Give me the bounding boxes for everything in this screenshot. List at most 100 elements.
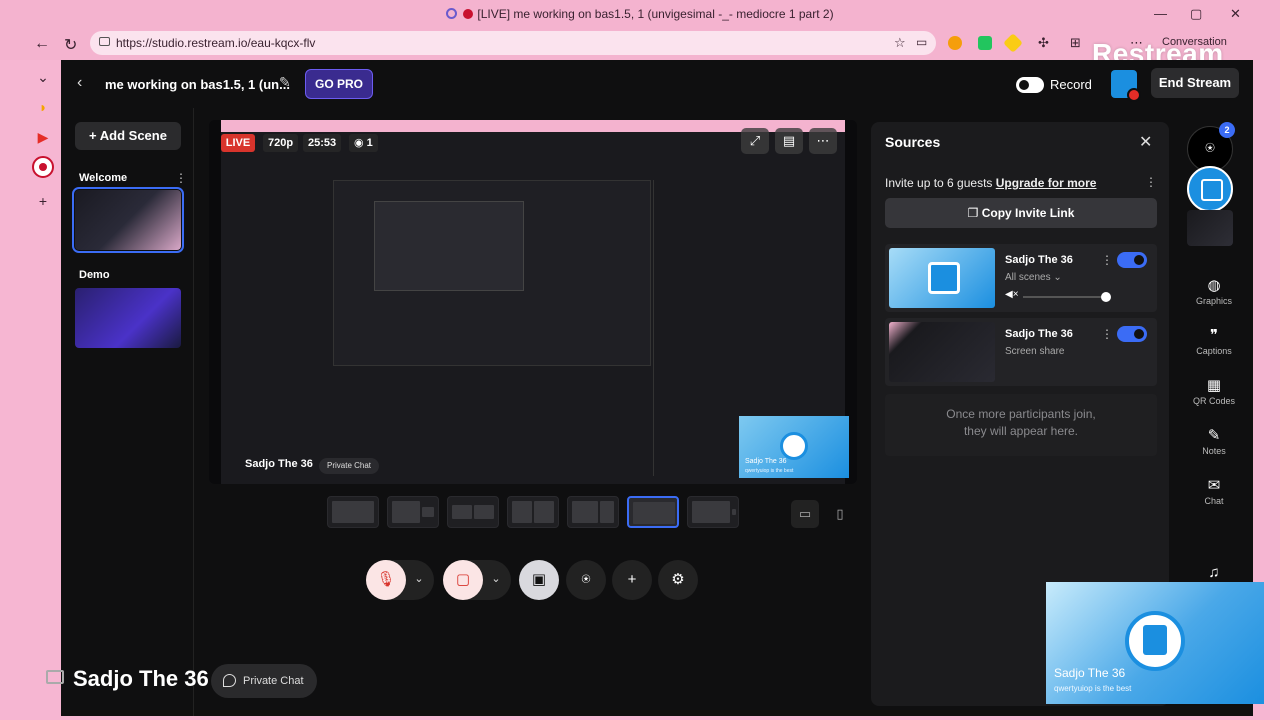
- split-icon[interactable]: ⊞: [1070, 35, 1081, 51]
- edit-icon[interactable]: ✎: [279, 74, 291, 91]
- reload-icon[interactable]: ↻: [64, 35, 77, 55]
- chevron-down-icon[interactable]: ⌄: [32, 66, 54, 88]
- nested-screen-inner: [374, 201, 524, 291]
- viewer-count: ◉ 1: [349, 134, 378, 152]
- screen-avatar[interactable]: [1187, 210, 1233, 246]
- private-chat-chip[interactable]: Private Chat: [319, 458, 380, 474]
- scene-welcome[interactable]: [72, 187, 184, 253]
- camera-avatar[interactable]: [1187, 166, 1233, 212]
- layout-option[interactable]: [567, 496, 619, 528]
- participants-empty-note: Once more participants join, they will a…: [885, 394, 1157, 456]
- add-icon[interactable]: +: [32, 190, 54, 212]
- camera-off-button[interactable]: ▢: [443, 560, 483, 600]
- close-window-icon[interactable]: ✕: [1230, 6, 1241, 22]
- layout-option[interactable]: [507, 496, 559, 528]
- layout-option[interactable]: [687, 496, 739, 528]
- timer-badge: 25:53: [303, 134, 342, 152]
- scene-label-demo: Demo: [79, 269, 110, 281]
- quote-icon: ❞: [1209, 327, 1219, 344]
- back-arrow-icon[interactable]: ←: [34, 35, 50, 53]
- source-toggle[interactable]: [1117, 252, 1147, 268]
- kebab-icon[interactable]: ⋮: [1145, 175, 1157, 189]
- music-icon: ♫: [1208, 564, 1220, 581]
- record-toggle[interactable]: [1016, 77, 1044, 93]
- music-button[interactable]: ♫: [1175, 564, 1253, 581]
- screen-share-button[interactable]: ▣: [519, 560, 559, 600]
- recording-icon: [463, 9, 474, 19]
- puzzle-icon[interactable]: ✣: [1038, 35, 1049, 51]
- notes-button[interactable]: ✎ Notes: [1175, 426, 1253, 456]
- mobile-view-icon[interactable]: ▯: [826, 500, 854, 528]
- settings-gear-icon[interactable]: ⚙: [658, 560, 698, 600]
- copy-invite-button[interactable]: ❐ Copy Invite Link: [885, 198, 1157, 228]
- source-scenes-dropdown[interactable]: All scenes ⌄: [1005, 272, 1062, 283]
- scene-label-welcome: Welcome: [79, 172, 128, 184]
- minimize-icon[interactable]: —: [1154, 6, 1167, 21]
- nested-screen: [333, 180, 651, 366]
- overlay-participant-name: Sadjo The 36: [73, 666, 209, 691]
- desktop-view-icon[interactable]: ▭: [791, 500, 819, 528]
- webcam-name: Sadjo The 36: [1054, 666, 1126, 680]
- avatar: [1125, 611, 1185, 671]
- kebab-icon[interactable]: ⋮: [1101, 253, 1113, 267]
- add-scene-button[interactable]: + Add Scene: [75, 122, 181, 150]
- upgrade-link[interactable]: Upgrade for more: [996, 176, 1097, 190]
- qr-codes-button[interactable]: ▦ QR Codes: [1175, 376, 1253, 406]
- end-stream-button[interactable]: End Stream: [1151, 68, 1239, 98]
- layout-option[interactable]: [387, 496, 439, 528]
- scenes-panel: + Add Scene Welcome ⋮ Demo: [61, 108, 194, 716]
- captions-button[interactable]: ❞ Captions: [1175, 326, 1253, 356]
- star-icon[interactable]: ☆: [894, 35, 906, 51]
- back-icon[interactable]: ‹: [77, 74, 82, 92]
- source-toggle[interactable]: [1117, 326, 1147, 342]
- chat-button[interactable]: ✉ Chat: [1175, 476, 1253, 506]
- source-card-screen[interactable]: Sadjo The 36 Screen share ⋮: [885, 318, 1157, 386]
- avatar: [780, 432, 808, 460]
- layout-icon[interactable]: ▤: [775, 128, 803, 154]
- private-chat-button[interactable]: Private Chat: [211, 664, 317, 698]
- go-pro-button[interactable]: GO PRO: [305, 69, 373, 99]
- mute-icon[interactable]: ◀×: [1005, 289, 1019, 300]
- volume-knob[interactable]: [1101, 292, 1111, 302]
- live-badge: LIVE: [221, 134, 255, 152]
- invite-text: Invite up to 6 guests Upgrade for more: [885, 176, 1097, 190]
- add-button[interactable]: +: [612, 560, 652, 600]
- mic-options-icon[interactable]: ⌄: [409, 572, 429, 590]
- kebab-icon[interactable]: ⋮: [175, 171, 187, 185]
- webcam-subtitle: qwertyuiop is the best: [1054, 684, 1132, 693]
- camera-icon[interactable]: ▭: [916, 35, 927, 49]
- youtube-icon: [1127, 88, 1141, 102]
- source-thumb: [889, 322, 995, 382]
- layout-option[interactable]: [327, 496, 379, 528]
- kebab-icon[interactable]: ⋮: [1101, 327, 1113, 341]
- graphics-button[interactable]: ◍ Graphics: [1175, 276, 1253, 306]
- channel-avatar[interactable]: [1111, 70, 1141, 102]
- source-name: Sadjo The 36: [1005, 328, 1073, 340]
- layout-option-active[interactable]: [627, 496, 679, 528]
- extension-icon[interactable]: [1003, 33, 1023, 53]
- participant-name: Sadjo The 36: [245, 458, 313, 470]
- mic-off-button[interactable]: 🎙︎: [366, 560, 406, 600]
- address-bar[interactable]: https://studio.restream.io/eau-kqcx-flv …: [90, 31, 936, 55]
- bookmark-icon[interactable]: ◗: [32, 96, 54, 118]
- camera-options-icon[interactable]: ⌄: [486, 572, 506, 590]
- extension-icon[interactable]: [948, 36, 962, 50]
- privacy-icon: [446, 8, 458, 19]
- fullscreen-icon[interactable]: ⤢: [741, 128, 769, 154]
- restream-icon[interactable]: [32, 156, 54, 178]
- volume-slider[interactable]: ◀×: [1005, 289, 1111, 302]
- webcam-overlay: Sadjo The 36 qwertyuiop is the best: [1046, 582, 1264, 704]
- stream-preview[interactable]: LIVE 720p 25:53 ◉ 1 ⤢ ▤ ⋯ Sadjo The 36 P…: [209, 120, 857, 484]
- close-icon[interactable]: ✕: [1139, 132, 1152, 152]
- more-icon[interactable]: ⋯: [809, 128, 837, 154]
- scene-demo[interactable]: [75, 288, 181, 348]
- extension-icon[interactable]: [978, 36, 992, 50]
- camera-overlay: Sadjo The 36 qwertyuiop is the best: [739, 416, 849, 478]
- maximize-icon[interactable]: ▢: [1190, 6, 1202, 22]
- source-card-camera[interactable]: Sadjo The 36 All scenes ⌄ ⋮ ◀×: [885, 244, 1157, 312]
- stream-title[interactable]: me working on bas1.5, 1 (un...: [105, 77, 290, 92]
- browser-toolbar: ← ↻ https://studio.restream.io/eau-kqcx-…: [0, 28, 1280, 60]
- layout-option[interactable]: [447, 496, 499, 528]
- youtube-icon[interactable]: ▶: [32, 126, 54, 148]
- invite-guest-button[interactable]: ⍟: [566, 560, 606, 600]
